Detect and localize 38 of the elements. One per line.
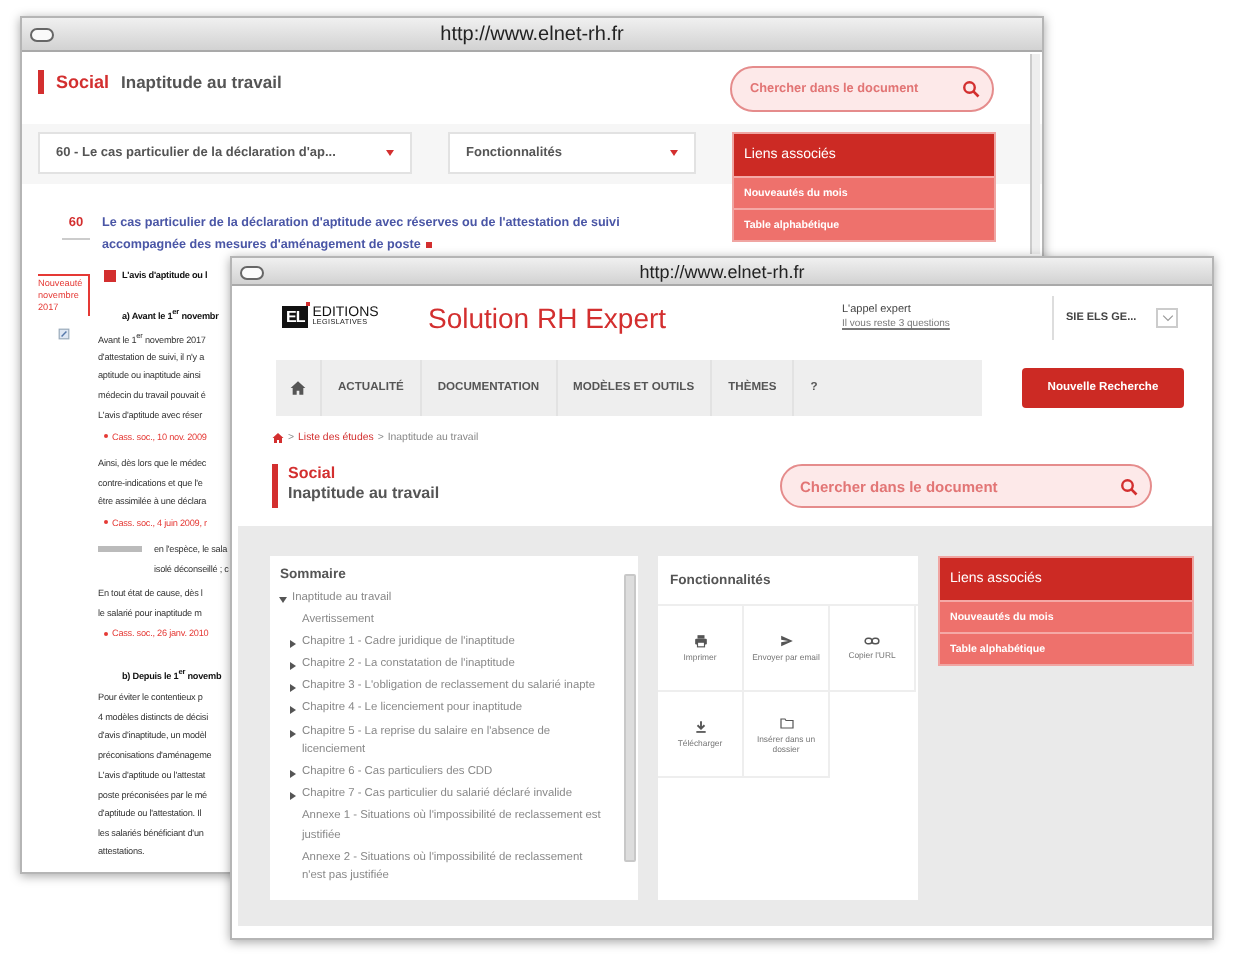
accent-bar (38, 70, 44, 94)
end-mark-icon (426, 241, 433, 248)
collapsed-arrow-icon[interactable] (290, 792, 296, 801)
page-title: Inaptitude au travail (288, 484, 440, 502)
caret-icon (670, 150, 678, 156)
window-control[interactable] (240, 265, 264, 279)
product-name: Solution RH Expert (428, 301, 669, 333)
scrollbar[interactable] (1030, 54, 1040, 254)
scrollbar[interactable] (624, 574, 636, 862)
edit-icon[interactable] (58, 328, 70, 340)
section-marker-icon (104, 269, 116, 282)
expanded-arrow-icon[interactable] (279, 597, 287, 603)
search-icon[interactable] (962, 80, 980, 98)
printer-icon (693, 634, 707, 648)
section-label: Social (56, 72, 110, 92)
window-url: http://www.elnet-rh.fr (639, 261, 805, 281)
collapsed-arrow-icon[interactable] (290, 729, 296, 738)
page-title: Inaptitude au travail (121, 72, 282, 92)
window-control[interactable] (30, 28, 54, 42)
send-icon (779, 634, 793, 648)
collapsed-arrow-icon[interactable] (290, 640, 296, 649)
collapsed-arrow-icon[interactable] (290, 662, 296, 671)
download-icon (693, 720, 707, 734)
home-icon[interactable] (272, 432, 284, 444)
link-icon (864, 636, 880, 646)
window-url: http://www.elnet-rh.fr (440, 23, 624, 45)
collapsed-arrow-icon[interactable] (290, 706, 296, 715)
collapsed-arrow-icon[interactable] (290, 684, 296, 693)
collapsed-arrow-icon[interactable] (290, 770, 296, 779)
search-icon[interactable] (1120, 477, 1138, 495)
chevron-icon (1161, 313, 1173, 321)
section-label: Social (288, 464, 338, 482)
caret-icon (386, 150, 394, 156)
accent-bar (272, 464, 278, 508)
remark-tag (98, 546, 142, 552)
home-icon (290, 380, 306, 396)
logo-mark: EL (282, 306, 309, 328)
folder-icon (779, 715, 793, 729)
